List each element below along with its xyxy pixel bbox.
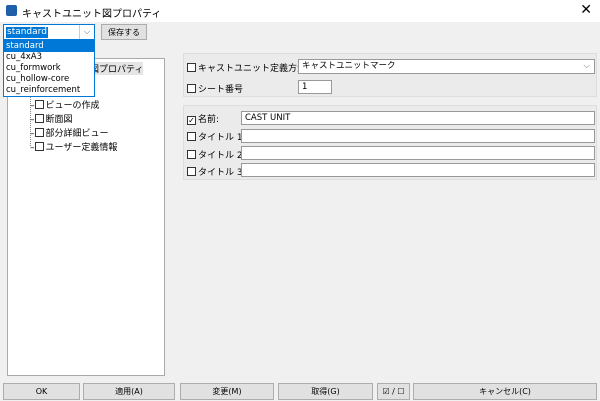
- title1-label: タイトル 1:: [198, 133, 246, 143]
- dropdown-option[interactable]: standard: [4, 41, 94, 52]
- tree-item-detail[interactable]: – 部分詳細ビュー: [30, 126, 109, 139]
- checkbox[interactable]: [34, 100, 44, 109]
- title1-checkbox-row[interactable]: タイトル 1:: [187, 130, 246, 143]
- dropdown-option[interactable]: cu_reinforcement: [4, 85, 94, 96]
- method-select[interactable]: キャストユニットマーク ⌵: [298, 59, 595, 74]
- tree-item-label: 部分詳細ビュー: [45, 129, 109, 139]
- combo-dropdown-list[interactable]: standard cu_4xA3 cu_formwork cu_hollow-c…: [3, 40, 95, 97]
- ok-button[interactable]: OK: [3, 383, 80, 400]
- name-input[interactable]: CAST UNIT: [241, 111, 595, 125]
- title2-input[interactable]: [241, 146, 595, 160]
- checkbox[interactable]: [187, 167, 196, 176]
- chevron-down-icon: ⌵: [583, 61, 590, 71]
- title1-input[interactable]: [241, 129, 595, 143]
- tree-item-label: 断面図: [45, 115, 73, 125]
- app-icon: [6, 5, 17, 16]
- checkbox[interactable]: [187, 63, 196, 72]
- method-checkbox-row[interactable]: キャストユニット定義方法: [187, 61, 306, 74]
- sheet-checkbox-row[interactable]: シート番号: [187, 82, 243, 95]
- checkbox[interactable]: [187, 84, 196, 93]
- dropdown-option[interactable]: cu_4xA3: [4, 52, 94, 63]
- modify-button[interactable]: 変更(M): [180, 383, 274, 400]
- save-button[interactable]: 保存する: [101, 24, 147, 40]
- get-button[interactable]: 取得(G): [278, 383, 373, 400]
- checkbox-checked[interactable]: ✓: [187, 116, 196, 125]
- method-value: キャストユニットマーク: [302, 61, 396, 71]
- title3-checkbox-row[interactable]: タイトル 3:: [187, 165, 246, 178]
- title2-checkbox-row[interactable]: タイトル 2:: [187, 148, 246, 161]
- close-icon[interactable]: ✕: [580, 2, 592, 18]
- chevron-down-icon[interactable]: ⌵: [79, 25, 94, 39]
- name-checkbox-row[interactable]: ✓ 名前:: [187, 112, 219, 125]
- name-label: 名前:: [198, 115, 220, 125]
- title2-label: タイトル 2:: [198, 151, 246, 161]
- tree-panel: 図プロパティ – ビューの作成 – 断面図 – 部分詳細ビュー – ユーザー定義情報: [7, 58, 165, 376]
- tree-root[interactable]: 図プロパティ: [90, 62, 144, 75]
- checkbox[interactable]: [34, 128, 44, 137]
- tree-item-section[interactable]: – 断面図: [30, 112, 73, 125]
- title3-input[interactable]: [241, 163, 595, 177]
- tree-item-label: ビューの作成: [45, 101, 100, 111]
- cancel-button[interactable]: キャンセル(C): [413, 383, 597, 400]
- toggle-all-button[interactable]: ☑ / ☐: [377, 383, 410, 400]
- tree-item-view-creation[interactable]: – ビューの作成: [30, 98, 100, 111]
- window-title: キャストユニット図プロパティ: [22, 9, 162, 20]
- dropdown-option[interactable]: cu_hollow-core: [4, 74, 94, 85]
- tree-item-udf[interactable]: – ユーザー定義情報: [30, 140, 117, 153]
- checkbox[interactable]: [187, 150, 196, 159]
- title3-label: タイトル 3:: [198, 168, 246, 178]
- combo-value: standard: [6, 27, 48, 38]
- checkbox[interactable]: [187, 132, 196, 141]
- tree-item-label: ユーザー定義情報: [45, 143, 118, 153]
- dropdown-option[interactable]: cu_formwork: [4, 63, 94, 74]
- sheet-label: シート番号: [198, 85, 244, 95]
- method-label: キャストユニット定義方法: [198, 64, 307, 74]
- checkbox[interactable]: [34, 114, 44, 123]
- sheet-number-input[interactable]: 1: [298, 80, 332, 94]
- apply-button[interactable]: 適用(A): [83, 383, 175, 400]
- checkbox[interactable]: [34, 142, 44, 151]
- settings-combo[interactable]: standard ⌵: [3, 24, 95, 40]
